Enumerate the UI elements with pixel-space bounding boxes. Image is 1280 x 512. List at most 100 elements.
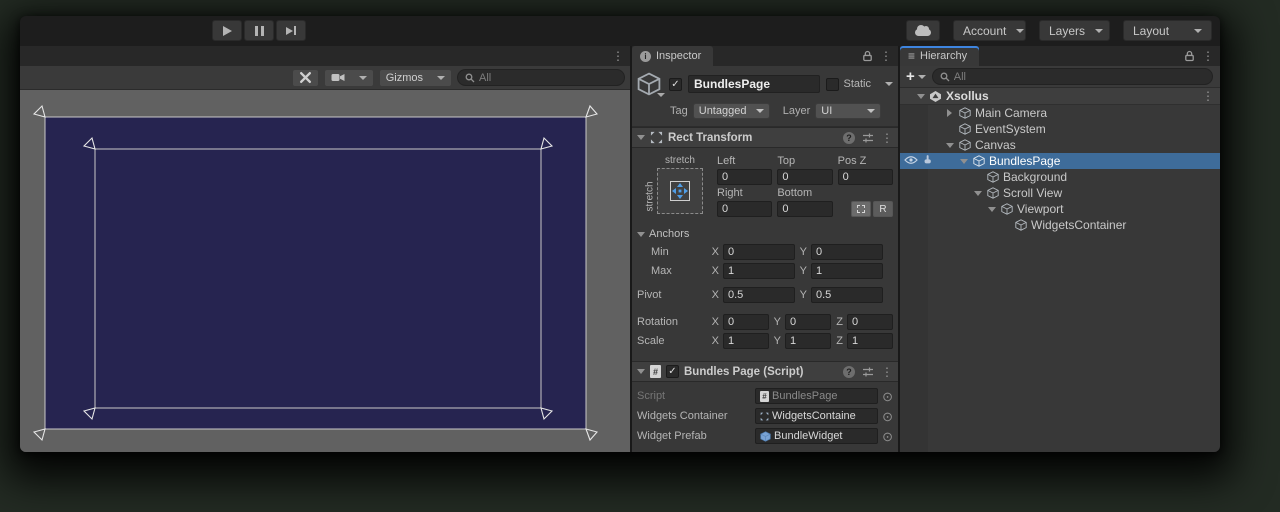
item-label: EventSystem [975,122,1046,136]
step-button[interactable] [276,20,306,41]
gameobject-cube-icon[interactable] [637,72,663,96]
play-button[interactable] [212,20,242,41]
active-checkbox[interactable]: ✓ [669,78,682,91]
script-object-field[interactable]: # BundlesPage [755,388,878,404]
help-icon[interactable]: ? [843,366,855,378]
anchor-preset-widget[interactable] [657,168,703,214]
anchor-min-x-field[interactable]: 0 [723,244,795,260]
pickability-hand-icon[interactable] [922,154,933,165]
gizmos-dropdown[interactable]: Gizmos [379,69,452,87]
tag-dropdown[interactable]: Untagged [693,103,770,119]
foldout-expanded-icon[interactable] [960,159,968,164]
pivot-x-field[interactable]: 0.5 [723,287,795,303]
rotation-y-field[interactable]: 0 [785,314,831,330]
script-component-header[interactable]: # ✓ Bundles Page (Script) ? ⋮ [632,361,898,382]
hierarchy-item-scroll-view[interactable]: Scroll View [900,185,1220,201]
pause-button[interactable] [244,20,274,41]
pivot-y-field[interactable]: 0.5 [811,287,883,303]
static-toggle[interactable]: Static [826,78,893,91]
left-field[interactable]: 0 [717,169,772,185]
widget-prefab-field[interactable]: BundleWidget [755,428,878,444]
foldout-expanded-icon[interactable] [974,191,982,196]
hierarchy-item-widgetscontainer[interactable]: WidgetsContainer [900,217,1220,233]
hierarchy-list-icon: ≡ [908,49,915,63]
component-kebab-icon[interactable]: ⋮ [881,132,893,144]
scene-gizmo-overlay [20,90,630,452]
layer-dropdown[interactable]: UI [815,103,881,119]
hierarchy-item-canvas[interactable]: Canvas [900,137,1220,153]
bottom-field[interactable]: 0 [777,201,832,217]
raw-edit-mode-button[interactable]: R [873,201,893,217]
rotation-z-field[interactable]: 0 [847,314,893,330]
presets-icon[interactable] [862,132,874,144]
posz-field[interactable]: 0 [838,169,893,185]
anchor-max-x-field[interactable]: 1 [723,263,795,279]
scale-z-field[interactable]: 1 [847,333,893,349]
lock-icon[interactable] [1184,50,1195,62]
object-picker-icon[interactable]: ⊙ [882,390,893,403]
gameobject-cube-icon [987,171,999,183]
hierarchy-item-viewport[interactable]: Viewport [900,201,1220,217]
presets-icon[interactable] [862,366,874,378]
canvas-rect[interactable] [45,117,586,429]
axis-x-label: X [711,335,719,347]
visibility-eye-icon[interactable] [904,155,918,165]
top-field[interactable]: 0 [777,169,832,185]
foldout-expanded-icon[interactable] [637,135,645,140]
step-icon [286,26,296,35]
object-picker-icon[interactable]: ⊙ [882,410,893,423]
scene-header-row[interactable]: Xsollus ⋮ [900,88,1220,105]
hierarchy-item-main-camera[interactable]: Main Camera [900,105,1220,121]
scene-kebab-icon[interactable]: ⋮ [1202,90,1214,102]
foldout-expanded-icon[interactable] [637,369,645,374]
script-enabled-checkbox[interactable]: ✓ [666,365,679,378]
inspector-kebab-icon[interactable]: ⋮ [880,50,892,62]
stretch-vertical-label: stretch [645,181,656,211]
scene-menu-kebab-icon[interactable]: ⋮ [612,50,624,62]
foldout-expanded-icon[interactable] [988,207,996,212]
right-field[interactable]: 0 [717,201,772,217]
scene-camera-button[interactable] [324,69,374,87]
scale-label: Scale [637,335,707,347]
static-checkbox[interactable] [826,78,839,91]
scene-name: Xsollus [946,89,989,103]
gizmos-label: Gizmos [386,72,423,84]
layers-dropdown[interactable]: Layers [1039,20,1110,41]
rect-transform-title: Rect Transform [668,132,752,144]
hierarchy-kebab-icon[interactable]: ⋮ [1202,50,1214,62]
rotation-label: Rotation [637,316,707,328]
tab-hierarchy[interactable]: ≡ Hierarchy [900,46,979,66]
scene-viewport[interactable] [20,90,630,452]
help-icon[interactable]: ? [843,132,855,144]
scale-y-field[interactable]: 1 [785,333,831,349]
hierarchy-item-eventsystem[interactable]: EventSystem [900,121,1220,137]
create-object-button[interactable]: + [906,68,926,85]
object-picker-icon[interactable]: ⊙ [882,430,893,443]
widgets-container-field[interactable]: WidgetsContaine [755,408,878,424]
tab-inspector[interactable]: i Inspector [632,46,713,66]
scene-tools-button[interactable] [292,69,319,87]
anchor-max-y-field[interactable]: 1 [811,263,883,279]
blueprint-mode-button[interactable] [851,201,871,217]
scene-search-input[interactable] [479,72,617,84]
gameobject-name-field[interactable] [688,75,820,93]
foldout-expanded-icon[interactable] [946,143,954,148]
component-kebab-icon[interactable]: ⋮ [881,366,893,378]
hierarchy-item-background[interactable]: Background [900,169,1220,185]
rect-transform-header[interactable]: Rect Transform ? ⋮ [632,127,898,148]
script-icon: # [760,391,769,402]
chevron-down-icon [657,93,665,97]
cloud-services-button[interactable] [906,20,940,41]
hierarchy-item-bundlespage[interactable]: BundlesPage [900,153,1220,169]
foldout-collapsed-icon[interactable] [947,109,952,117]
scale-x-field[interactable]: 1 [723,333,769,349]
rotation-x-field[interactable]: 0 [723,314,769,330]
lock-icon[interactable] [862,50,873,62]
anchors-foldout[interactable]: Anchors [637,228,893,240]
foldout-expanded-icon[interactable] [917,94,925,99]
anchor-min-y-field[interactable]: 0 [811,244,883,260]
account-dropdown[interactable]: Account [953,20,1026,41]
hierarchy-search-input[interactable] [954,71,1205,83]
hierarchy-tree: Main Camera EventSystem Canvas [900,105,1220,452]
layout-dropdown[interactable]: Layout [1123,20,1212,41]
